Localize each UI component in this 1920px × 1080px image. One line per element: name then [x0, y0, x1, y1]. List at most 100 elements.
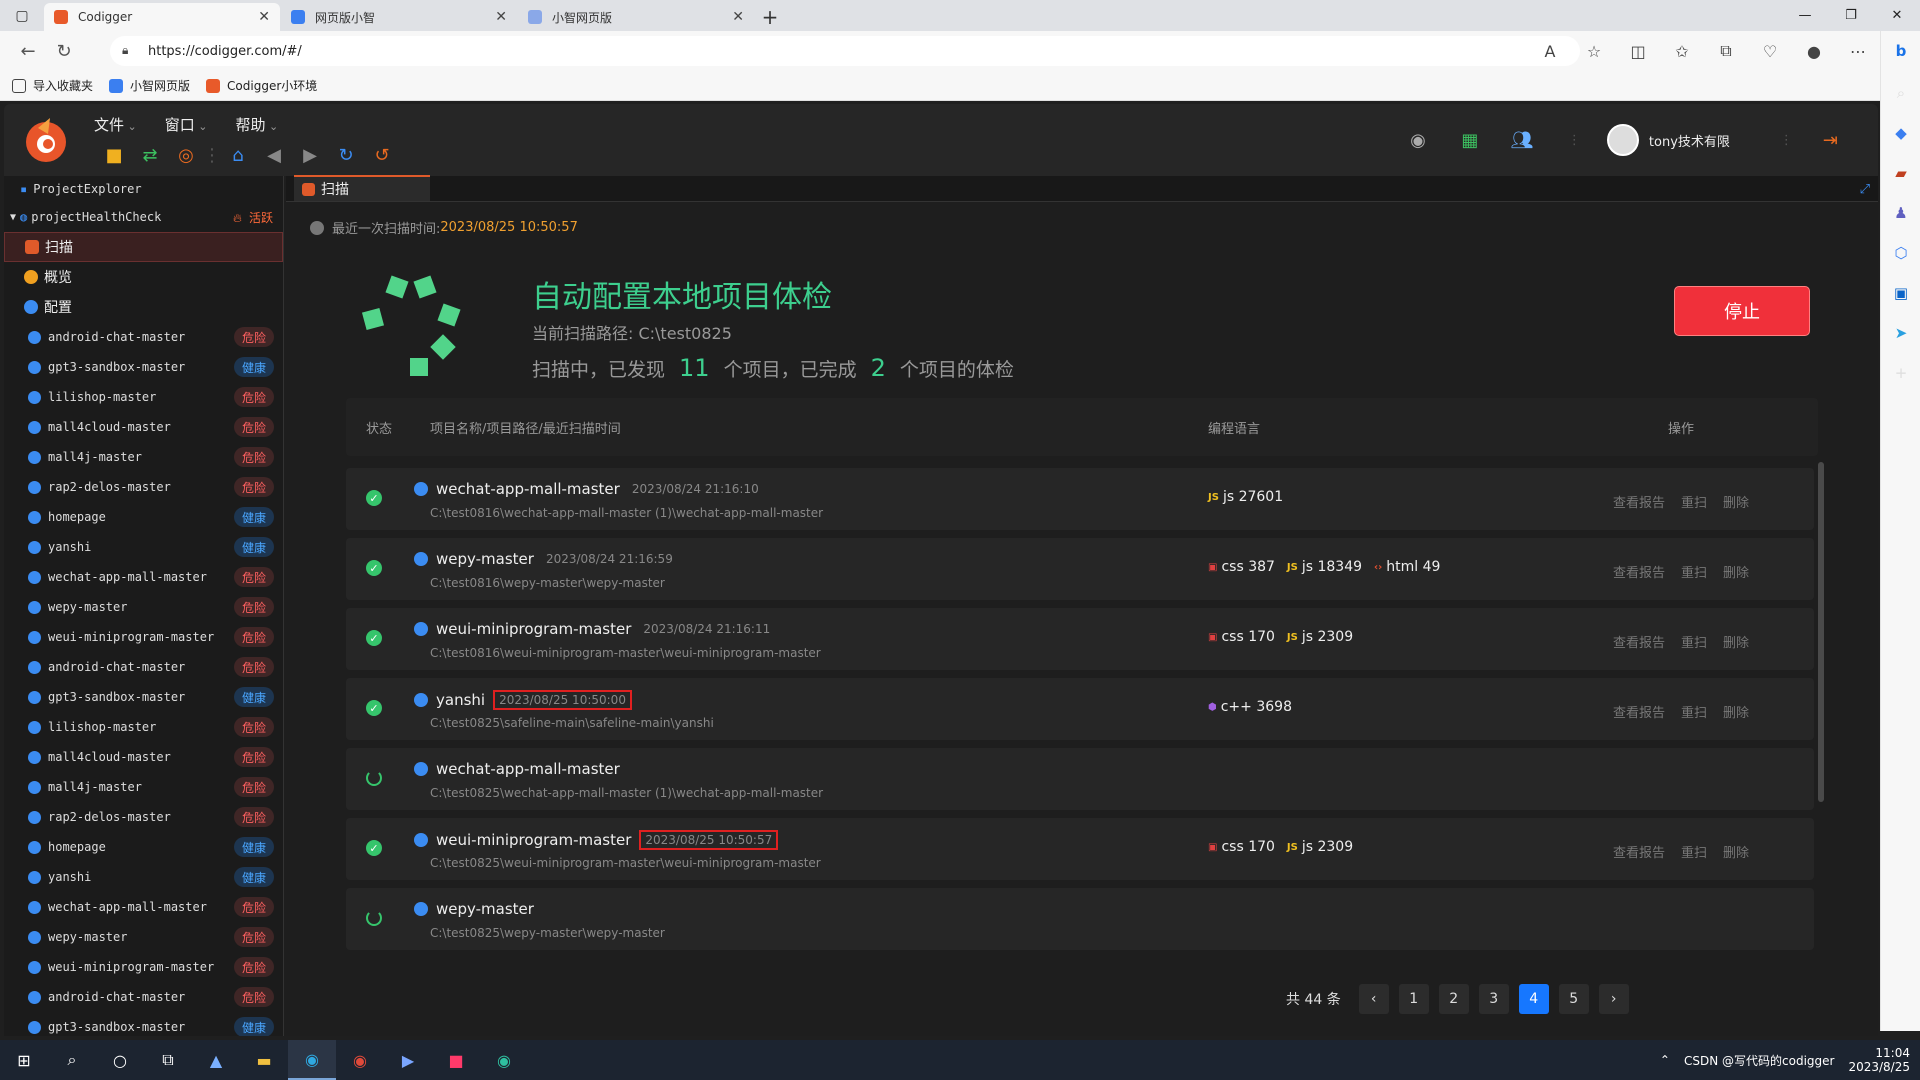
delete-link[interactable]: 删除 — [1723, 632, 1749, 651]
office-icon[interactable]: ⬡ — [1881, 233, 1920, 273]
close-window-icon[interactable]: ✕ — [1874, 0, 1920, 31]
rescan-link[interactable]: 重扫 — [1681, 632, 1707, 651]
sidebar-project-item[interactable]: lilishop-master 危险 — [4, 712, 284, 742]
page-button[interactable]: 2 — [1438, 984, 1469, 1014]
view-report-link[interactable]: 查看报告 — [1613, 702, 1665, 721]
project-root[interactable]: ▼ ◍ projectHealthCheck 🔥︎ 活跃 — [4, 202, 283, 232]
sync-icon[interactable]: ⇄ — [132, 144, 168, 166]
games-icon[interactable]: ♟ — [1881, 193, 1920, 233]
sidebar-project-item[interactable]: wepy-master 危险 — [4, 922, 284, 952]
menu-file[interactable]: 文件 — [94, 114, 137, 135]
browser-tab-xiaozhi[interactable]: 网页版小智 ✕ — [281, 3, 517, 31]
clock[interactable]: 11:04 2023/8/25 — [1848, 1046, 1910, 1074]
tab-scan[interactable]: 扫描 — [294, 175, 430, 201]
sidebar-project-item[interactable]: android-chat-master 危险 — [4, 652, 284, 682]
page-button[interactable]: 3 — [1478, 984, 1509, 1014]
sidebar-item-config[interactable]: 配置 — [4, 292, 283, 322]
bookmark-import[interactable]: 导入收藏夹 — [12, 77, 93, 94]
sidebar-project-item[interactable]: homepage 健康 — [4, 502, 284, 532]
add-icon[interactable]: + — [1881, 353, 1920, 393]
view-report-link[interactable]: 查看报告 — [1613, 632, 1665, 651]
page-button[interactable]: 1 — [1398, 984, 1429, 1014]
delete-link[interactable]: 删除 — [1723, 492, 1749, 511]
tools-icon[interactable]: ▰ — [1881, 153, 1920, 193]
logout-icon[interactable]: ⇥ — [1823, 130, 1838, 151]
sidebar-project-item[interactable]: weui-miniprogram-master 危险 — [4, 952, 284, 982]
sidebar-project-item[interactable]: android-chat-master 危险 — [4, 982, 284, 1012]
table-scrollbar[interactable] — [1818, 462, 1824, 802]
browser-essentials-icon[interactable]: ♡ — [1748, 35, 1792, 67]
edge-dev-icon[interactable]: ◉ — [480, 1040, 528, 1080]
folder-icon[interactable]: ■ — [96, 144, 132, 166]
sidebar-project-item[interactable]: wechat-app-mall-master 危险 — [4, 892, 284, 922]
tag-icon[interactable]: ◆ — [1881, 113, 1920, 153]
powershell-icon[interactable]: ▶ — [384, 1040, 432, 1080]
search-icon[interactable]: ⌕ — [1881, 73, 1920, 113]
next-page-button[interactable]: › — [1598, 984, 1629, 1014]
send-icon[interactable]: ➤ — [1881, 313, 1920, 353]
collections-icon[interactable]: ⧉ — [1704, 35, 1748, 67]
close-tab-icon[interactable]: ✕ — [258, 9, 270, 25]
sidebar-project-item[interactable]: gpt3-sandbox-master 健康 — [4, 682, 284, 712]
back-icon[interactable]: ← — [10, 35, 46, 67]
app-icon[interactable]: ▲ — [192, 1040, 240, 1080]
maximize-icon[interactable]: ⤢ — [1860, 182, 1870, 197]
sidebar-project-item[interactable]: gpt3-sandbox-master 健康 — [4, 352, 284, 382]
tab-actions-icon[interactable]: ▢ — [0, 0, 44, 31]
page-button[interactable]: 4 — [1518, 984, 1549, 1014]
search-icon[interactable]: ⌕ — [48, 1040, 96, 1080]
sidebar-item-scan[interactable]: 扫描 — [4, 232, 283, 262]
bookmark-xiaozhi[interactable]: 小智网页版 — [109, 77, 190, 94]
task-view-icon[interactable]: ⧉ — [144, 1040, 192, 1080]
camera-icon[interactable]: ◉ — [1392, 130, 1444, 151]
delete-link[interactable]: 删除 — [1723, 702, 1749, 721]
refresh-icon[interactable]: ↻ — [328, 144, 364, 166]
view-report-link[interactable]: 查看报告 — [1613, 562, 1665, 581]
restore-icon[interactable]: ❐ — [1828, 0, 1874, 31]
minimize-icon[interactable]: — — [1782, 0, 1828, 31]
rescan-link[interactable]: 重扫 — [1681, 842, 1707, 861]
favorite-star-icon[interactable]: ☆ — [1572, 35, 1616, 67]
menu-help[interactable]: 帮助 — [235, 114, 278, 135]
sidebar-project-item[interactable]: rap2-delos-master 危险 — [4, 472, 284, 502]
home-icon[interactable]: ⌂ — [220, 144, 256, 166]
view-report-link[interactable]: 查看报告 — [1613, 842, 1665, 861]
close-tab-icon[interactable]: ✕ — [495, 9, 507, 25]
sidebar-project-item[interactable]: mall4j-master 危险 — [4, 772, 284, 802]
browser-tab-xiaozhi-web[interactable]: 小智网页版 ✕ — [518, 3, 754, 31]
calendar-icon[interactable]: ▦ — [1444, 130, 1496, 151]
file-explorer-icon[interactable]: ▬ — [240, 1040, 288, 1080]
sidebar-project-item[interactable]: yanshi 健康 — [4, 532, 284, 562]
avatar[interactable] — [1606, 124, 1639, 156]
page-button[interactable]: 5 — [1558, 984, 1589, 1014]
bing-icon[interactable]: b — [1881, 31, 1920, 71]
prev-page-button[interactable]: ‹ — [1358, 984, 1389, 1014]
rescan-link[interactable]: 重扫 — [1681, 492, 1707, 511]
split-screen-icon[interactable]: ◫ — [1616, 35, 1660, 67]
caret-down-icon[interactable]: ▼ — [10, 212, 16, 223]
new-tab-button[interactable]: + — [755, 3, 785, 31]
sidebar-project-item[interactable]: mall4cloud-master 危险 — [4, 742, 284, 772]
back-circle-icon[interactable]: ◀ — [256, 144, 292, 166]
delete-link[interactable]: 删除 — [1723, 562, 1749, 581]
chrome-icon[interactable]: ◉ — [336, 1040, 384, 1080]
windows-start-icon[interactable]: ⊞ — [0, 1040, 48, 1080]
rescan-link[interactable]: 重扫 — [1681, 562, 1707, 581]
history-icon[interactable]: ↺ — [364, 144, 400, 166]
sidebar-project-item[interactable]: weui-miniprogram-master 危险 — [4, 622, 284, 652]
sidebar-project-item[interactable]: yanshi 健康 — [4, 862, 284, 892]
sidebar-project-item[interactable]: wepy-master 危险 — [4, 592, 284, 622]
bookmark-codigger[interactable]: Codigger小环境 — [206, 77, 317, 94]
browser-tab-codigger[interactable]: Codigger ✕ — [44, 3, 280, 31]
forward-circle-icon[interactable]: ▶ — [292, 144, 328, 166]
edge-icon[interactable]: ◉ — [288, 1040, 336, 1080]
app-pink-icon[interactable]: ■ — [432, 1040, 480, 1080]
chevron-up-icon[interactable]: ⌃ — [1660, 1053, 1670, 1067]
favorites-icon[interactable]: ✩ — [1660, 35, 1704, 67]
sidebar-project-item[interactable]: gpt3-sandbox-master 健康 — [4, 1012, 284, 1036]
username[interactable]: tony技术有限 — [1649, 131, 1730, 150]
sidebar-project-item[interactable]: mall4cloud-master 危险 — [4, 412, 284, 442]
rescan-link[interactable]: 重扫 — [1681, 702, 1707, 721]
sidebar-item-overview[interactable]: 概览 — [4, 262, 283, 292]
cortana-icon[interactable]: ○ — [96, 1040, 144, 1080]
